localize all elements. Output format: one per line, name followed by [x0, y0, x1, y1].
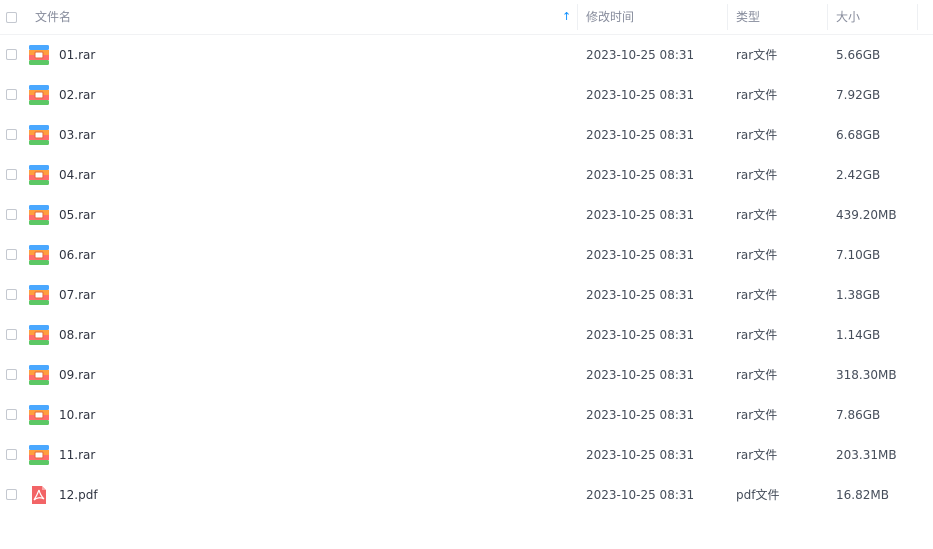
file-name-link[interactable]: 07.rar	[59, 275, 95, 315]
file-row[interactable]: 07.rar 2023-10-25 08:31 rar文件 1.38GB	[0, 275, 933, 315]
file-name-link[interactable]: 04.rar	[59, 155, 95, 195]
file-name-link[interactable]: 02.rar	[59, 75, 95, 115]
column-header-name[interactable]: 文件名	[35, 0, 71, 34]
file-size: 16.82MB	[836, 488, 889, 502]
file-type: rar文件	[736, 248, 778, 262]
column-header-modified[interactable]: 修改时间	[586, 0, 634, 34]
rar-archive-icon	[29, 445, 49, 465]
file-type: rar文件	[736, 88, 778, 102]
file-modified-time: 2023-10-25 08:31	[586, 408, 695, 422]
file-row[interactable]: 08.rar 2023-10-25 08:31 rar文件 1.14GB	[0, 315, 933, 355]
file-size: 439.20MB	[836, 208, 897, 222]
row-checkbox[interactable]	[6, 409, 17, 420]
file-modified-time: 2023-10-25 08:31	[586, 208, 695, 222]
row-checkbox[interactable]	[6, 169, 17, 180]
file-type: rar文件	[736, 208, 778, 222]
file-name-link[interactable]: 08.rar	[59, 315, 95, 355]
column-header-type[interactable]: 类型	[736, 0, 760, 34]
file-rows: 01.rar 2023-10-25 08:31 rar文件 5.66GB 02.rar 2…	[0, 35, 933, 515]
rar-archive-icon	[29, 285, 49, 305]
row-checkbox[interactable]	[6, 489, 17, 500]
rar-archive-icon	[29, 85, 49, 105]
column-divider[interactable]	[827, 4, 828, 30]
file-size: 203.31MB	[836, 448, 897, 462]
rar-archive-icon	[29, 45, 49, 65]
rar-archive-icon	[29, 125, 49, 145]
column-header-size[interactable]: 大小	[836, 0, 860, 34]
file-size: 1.14GB	[836, 328, 881, 342]
file-size: 6.68GB	[836, 128, 881, 142]
file-row[interactable]: 02.rar 2023-10-25 08:31 rar文件 7.92GB	[0, 75, 933, 115]
file-modified-time: 2023-10-25 08:31	[586, 368, 695, 382]
file-row[interactable]: 05.rar 2023-10-25 08:31 rar文件 439.20MB	[0, 195, 933, 235]
column-divider[interactable]	[727, 4, 728, 30]
file-name-link[interactable]: 01.rar	[59, 35, 95, 75]
file-modified-time: 2023-10-25 08:31	[586, 288, 695, 302]
file-row[interactable]: 01.rar 2023-10-25 08:31 rar文件 5.66GB	[0, 35, 933, 75]
row-checkbox[interactable]	[6, 89, 17, 100]
row-checkbox[interactable]	[6, 449, 17, 460]
file-size: 5.66GB	[836, 48, 881, 62]
file-modified-time: 2023-10-25 08:31	[586, 168, 695, 182]
row-checkbox[interactable]	[6, 289, 17, 300]
file-modified-time: 2023-10-25 08:31	[586, 88, 695, 102]
file-row[interactable]: 03.rar 2023-10-25 08:31 rar文件 6.68GB	[0, 115, 933, 155]
pdf-file-icon	[29, 485, 49, 505]
rar-archive-icon	[29, 325, 49, 345]
file-name-link[interactable]: 06.rar	[59, 235, 95, 275]
file-type: rar文件	[736, 408, 778, 422]
file-name-link[interactable]: 10.rar	[59, 395, 95, 435]
file-row[interactable]: 10.rar 2023-10-25 08:31 rar文件 7.86GB	[0, 395, 933, 435]
file-type: rar文件	[736, 288, 778, 302]
file-modified-time: 2023-10-25 08:31	[586, 328, 695, 342]
file-row[interactable]: 09.rar 2023-10-25 08:31 rar文件 318.30MB	[0, 355, 933, 395]
file-size: 7.86GB	[836, 408, 881, 422]
file-size: 7.10GB	[836, 248, 881, 262]
file-modified-time: 2023-10-25 08:31	[586, 248, 695, 262]
file-size: 7.92GB	[836, 88, 881, 102]
file-type: rar文件	[736, 368, 778, 382]
rar-archive-icon	[29, 245, 49, 265]
select-all-checkbox[interactable]	[6, 12, 17, 23]
file-modified-time: 2023-10-25 08:31	[586, 448, 695, 462]
file-type: rar文件	[736, 448, 778, 462]
rar-archive-icon	[29, 205, 49, 225]
file-type: pdf文件	[736, 488, 780, 502]
row-checkbox[interactable]	[6, 49, 17, 60]
file-name-link[interactable]: 03.rar	[59, 115, 95, 155]
file-modified-time: 2023-10-25 08:31	[586, 48, 695, 62]
row-checkbox[interactable]	[6, 129, 17, 140]
file-size: 1.38GB	[836, 288, 881, 302]
file-name-link[interactable]: 11.rar	[59, 435, 95, 475]
file-list-header: 文件名 ↑ 修改时间 类型 大小	[0, 0, 933, 35]
file-type: rar文件	[736, 328, 778, 342]
file-modified-time: 2023-10-25 08:31	[586, 128, 695, 142]
sort-ascending-icon[interactable]: ↑	[562, 0, 571, 34]
row-checkbox[interactable]	[6, 209, 17, 220]
file-type: rar文件	[736, 128, 778, 142]
file-name-link[interactable]: 05.rar	[59, 195, 95, 235]
rar-archive-icon	[29, 365, 49, 385]
file-size: 2.42GB	[836, 168, 881, 182]
file-list: 文件名 ↑ 修改时间 类型 大小 01.rar 2023-10-25 08:31 r…	[0, 0, 933, 515]
file-type: rar文件	[736, 48, 778, 62]
file-row[interactable]: 12.pdf 2023-10-25 08:31 pdf文件 16.82MB	[0, 475, 933, 515]
file-name-link[interactable]: 09.rar	[59, 355, 95, 395]
file-size: 318.30MB	[836, 368, 897, 382]
row-checkbox[interactable]	[6, 369, 17, 380]
rar-archive-icon	[29, 165, 49, 185]
row-checkbox[interactable]	[6, 329, 17, 340]
file-row[interactable]: 04.rar 2023-10-25 08:31 rar文件 2.42GB	[0, 155, 933, 195]
file-row[interactable]: 06.rar 2023-10-25 08:31 rar文件 7.10GB	[0, 235, 933, 275]
file-row[interactable]: 11.rar 2023-10-25 08:31 rar文件 203.31MB	[0, 435, 933, 475]
column-divider[interactable]	[577, 4, 578, 30]
file-modified-time: 2023-10-25 08:31	[586, 488, 695, 502]
column-divider[interactable]	[917, 4, 918, 30]
file-type: rar文件	[736, 168, 778, 182]
row-checkbox[interactable]	[6, 249, 17, 260]
rar-archive-icon	[29, 405, 49, 425]
file-name-link[interactable]: 12.pdf	[59, 475, 98, 515]
